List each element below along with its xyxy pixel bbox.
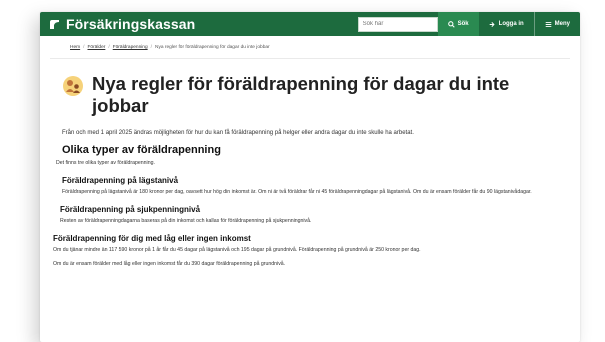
subsection-text-2: Om du är ensam förälder med låg eller in… [53, 260, 286, 267]
logo-leaf-icon [50, 19, 59, 29]
section-heading: Olika typer av föräldrapenning [62, 143, 221, 156]
subsection-text: Om du tjänar mindre än 117 590 kronor på… [53, 246, 421, 253]
subsection-lag-inkomst: Föräldrapenning för dig med låg eller in… [53, 234, 560, 268]
subsection-lagstaniva: Föräldrapenning på lägstanivå Föräldrape… [62, 176, 560, 196]
site-header: Försäkringskassan Sök Logga in Meny [40, 12, 580, 36]
breadcrumb-parent[interactable]: Förälder [87, 45, 105, 50]
search-button[interactable]: Sök [437, 12, 479, 36]
breadcrumb-home[interactable]: Hem [70, 45, 80, 50]
menu-button[interactable]: Meny [535, 12, 580, 36]
breadcrumb-separator: / [108, 44, 110, 50]
logo-text: Försäkringskassan [66, 16, 196, 32]
search-icon [447, 20, 455, 28]
browser-page: Försäkringskassan Sök Logga in Meny Hem … [40, 12, 580, 342]
search-button-label: Sök [457, 21, 469, 27]
breadcrumb: Hem / Förälder / Föräldrapenning / Nya r… [50, 36, 570, 59]
lead-paragraph: Från och med 1 april 2025 ändras möjligh… [62, 130, 414, 136]
login-button-label: Logga in [498, 21, 524, 27]
subsection-heading: Föräldrapenning på sjukpenningnivå [60, 204, 201, 214]
login-icon [489, 21, 495, 27]
page-title: Nya regler för föräldrapenning för dagar… [92, 73, 510, 116]
parent-child-icon [63, 76, 83, 96]
breadcrumb-section[interactable]: Föräldrapenning [113, 45, 148, 50]
subsection-heading: Föräldrapenning på lägstanivå [62, 175, 179, 185]
site-logo[interactable]: Försäkringskassan [48, 16, 195, 32]
subsection-sjukpenningniva: Föräldrapenning på sjukpenningnivå Reste… [60, 205, 560, 225]
hamburger-icon [545, 21, 551, 27]
subsection-text: Föräldrapenning på lägstanivå är 180 kro… [62, 188, 532, 195]
breadcrumb-separator: / [150, 44, 152, 50]
breadcrumb-separator: / [83, 44, 85, 50]
main-content: Nya regler för föräldrapenning för dagar… [40, 59, 580, 268]
login-button[interactable]: Logga in [479, 12, 534, 36]
menu-button-label: Meny [554, 21, 570, 27]
breadcrumb-current: Nya regler för föräldrapenning för dagar… [154, 44, 270, 50]
subsection-text: Resten av föräldrapenningdagarna baseras… [60, 217, 312, 224]
search-input[interactable] [357, 16, 438, 32]
title-row: Nya regler för föräldrapenning för dagar… [62, 73, 560, 117]
section-intro: Det finns tre olika typer av föräldrapen… [56, 159, 155, 166]
subsection-heading: Föräldrapenning för dig med låg eller in… [53, 233, 251, 243]
